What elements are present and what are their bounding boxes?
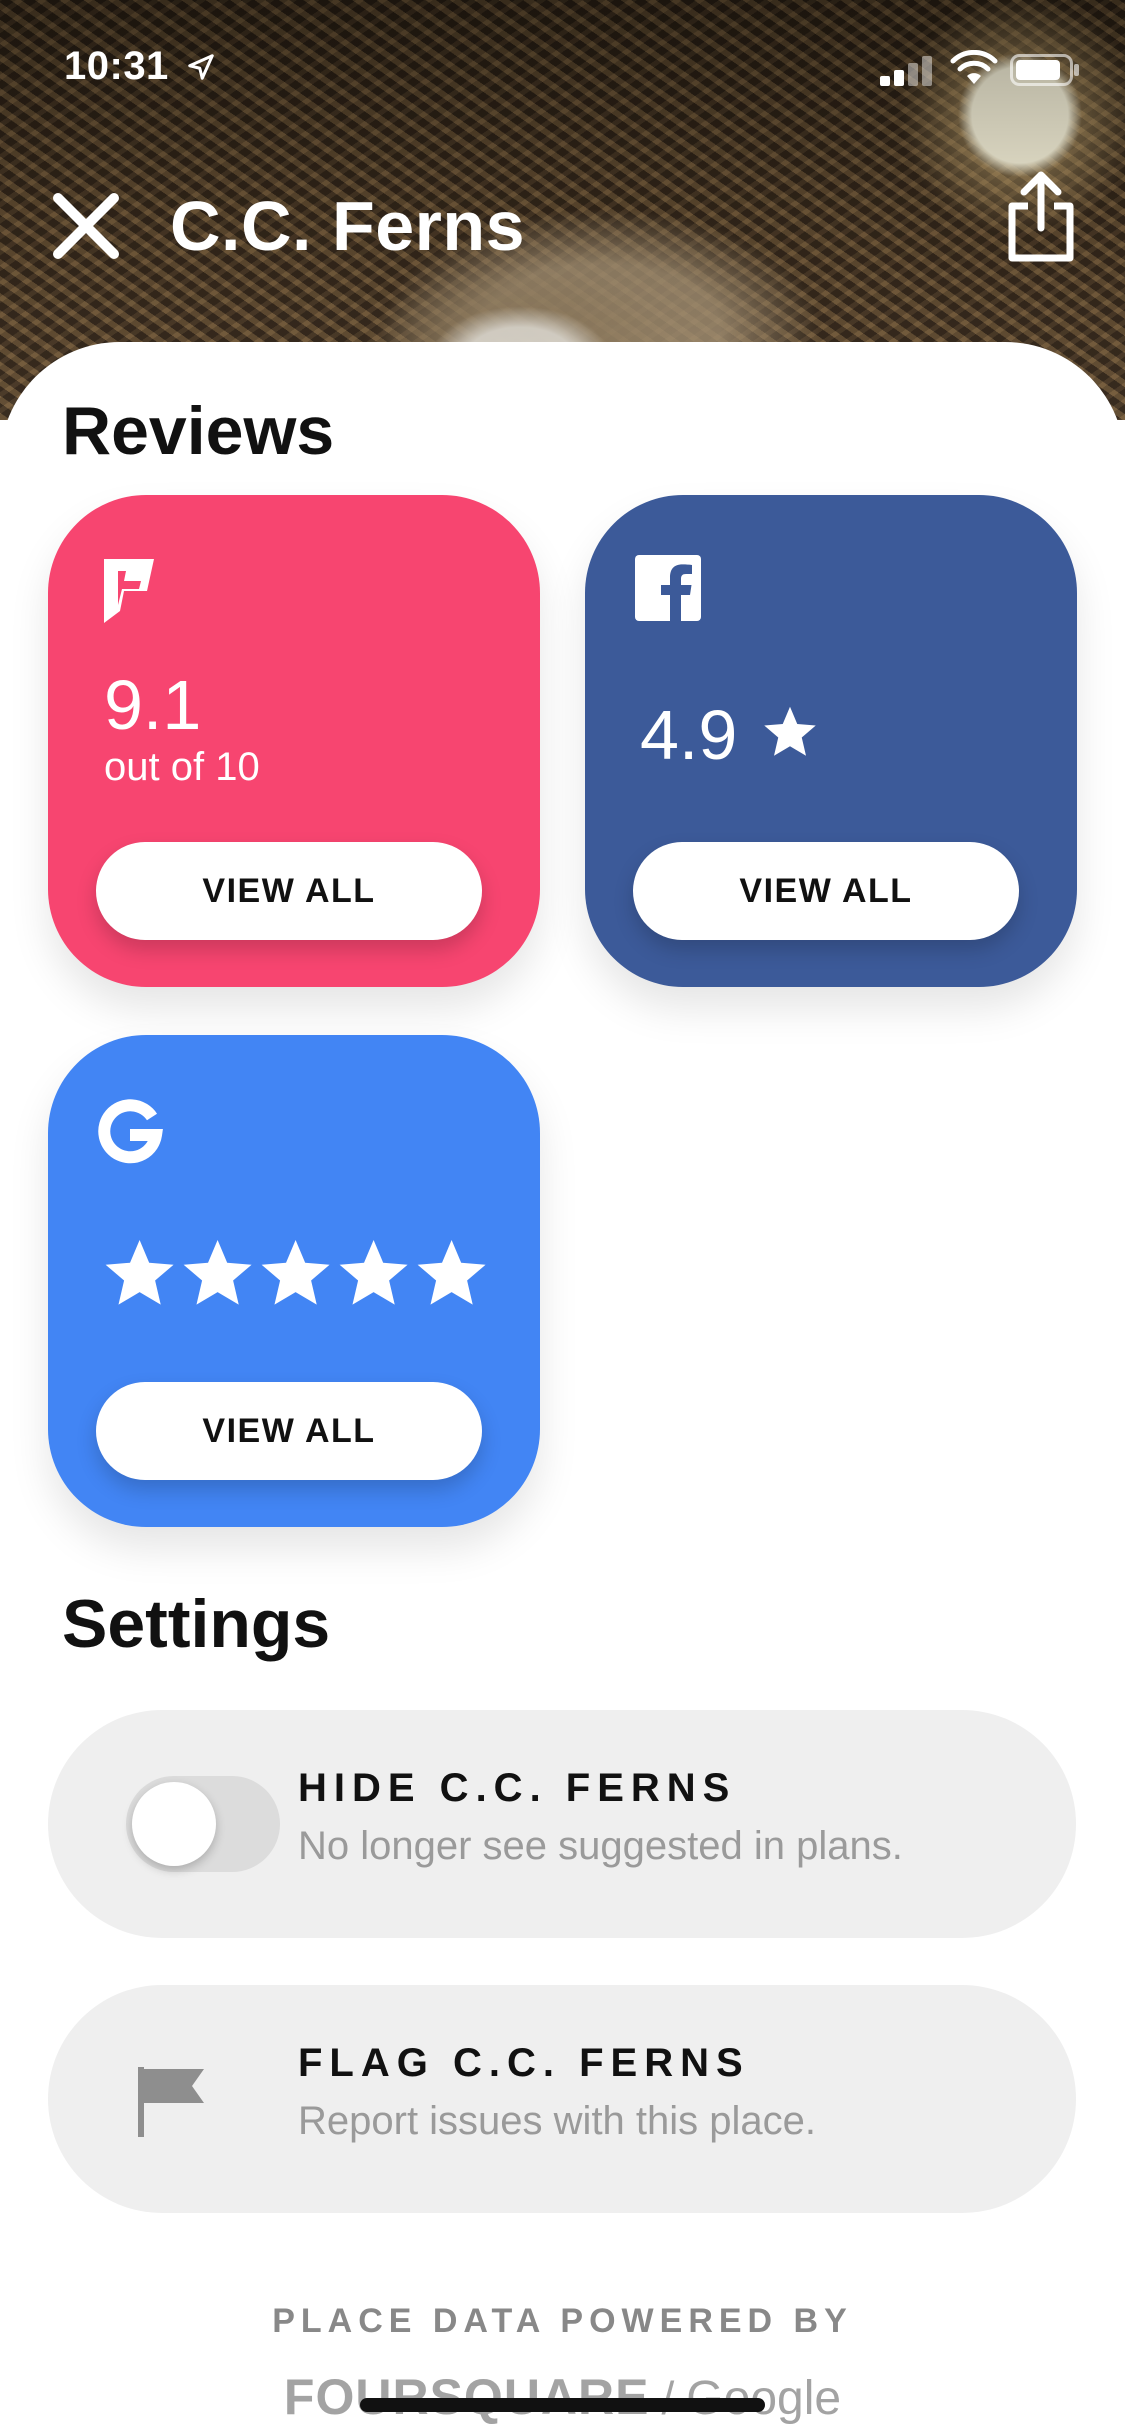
facebook-view-all-button[interactable]: VIEW ALL (633, 842, 1019, 940)
powered-by-label: PLACE DATA POWERED BY (272, 2302, 853, 2340)
hide-place-setting[interactable]: HIDE C.C. FERNS No longer see suggested … (48, 1710, 1076, 1938)
google-view-all-button[interactable]: VIEW ALL (96, 1382, 482, 1480)
top-nav: C.C. Ferns (0, 170, 1125, 280)
star-icon (764, 706, 816, 756)
foursquare-icon (104, 559, 154, 623)
home-indicator[interactable] (360, 2398, 765, 2412)
close-icon[interactable] (48, 188, 124, 264)
data-provider-logos: FOURSQUARE/Google (0, 2368, 1125, 2426)
flag-place-subtitle: Report issues with this place. (298, 2099, 817, 2143)
flag-place-setting[interactable]: FLAG C.C. FERNS Report issues with this … (48, 1985, 1076, 2213)
foursquare-score: 9.1 (104, 666, 202, 744)
google-star-rating (105, 1239, 486, 1305)
facebook-icon (635, 555, 701, 621)
settings-heading: Settings (62, 1586, 331, 1662)
hide-place-toggle[interactable] (126, 1776, 280, 1872)
star-icon (105, 1239, 174, 1305)
share-icon[interactable] (1006, 170, 1076, 264)
google-icon (98, 1099, 163, 1164)
flag-place-title: FLAG C.C. FERNS (298, 2041, 750, 2085)
foursquare-review-card: 9.1 out of 10 VIEW ALL (48, 495, 540, 987)
status-bar: 10:31 (0, 0, 1125, 140)
battery-icon (1010, 54, 1079, 86)
status-time: 10:31 (64, 44, 169, 88)
foursquare-score-scale: out of 10 (104, 745, 260, 789)
star-icon (339, 1239, 408, 1305)
flag-icon (138, 2067, 204, 2137)
place-title: C.C. Ferns (170, 187, 526, 265)
star-icon (183, 1239, 252, 1305)
toggle-knob (132, 1782, 216, 1866)
foursquare-wordmark: FOURSQUARE (283, 2369, 650, 2425)
star-icon (417, 1239, 486, 1305)
hide-place-title: HIDE C.C. FERNS (298, 1766, 737, 1810)
wifi-icon (950, 50, 998, 84)
reviews-heading: Reviews (62, 393, 335, 469)
google-review-card: VIEW ALL (48, 1035, 540, 1527)
hide-place-subtitle: No longer see suggested in plans. (298, 1824, 903, 1868)
foursquare-view-all-button[interactable]: VIEW ALL (96, 842, 482, 940)
star-icon (261, 1239, 330, 1305)
facebook-review-card: 4.9 VIEW ALL (585, 495, 1077, 987)
cellular-signal-icon (880, 56, 932, 86)
location-arrow-icon (188, 54, 214, 80)
facebook-rating: 4.9 (640, 696, 738, 774)
